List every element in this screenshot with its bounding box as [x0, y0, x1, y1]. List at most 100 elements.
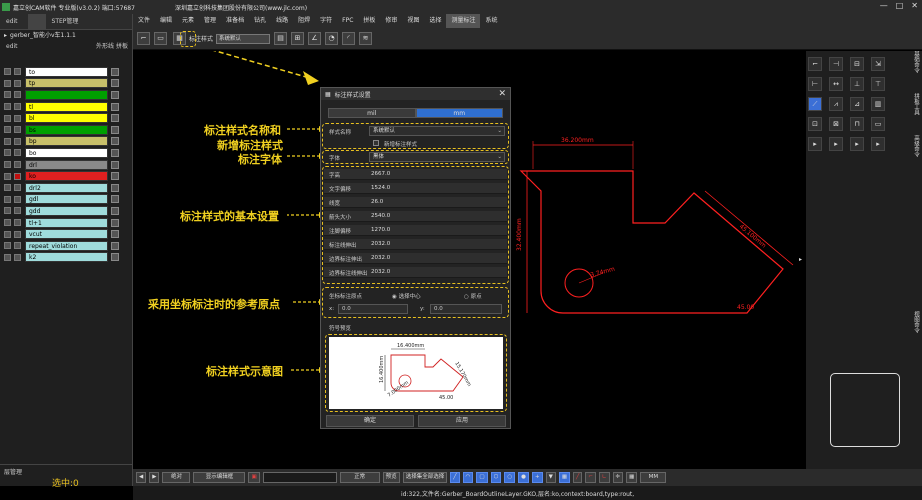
- grid-select-icon[interactable]: ▦: [558, 472, 571, 483]
- layer-option-icon[interactable]: [111, 79, 119, 88]
- layer-row[interactable]: vcut: [0, 228, 133, 240]
- edit-box-toggle[interactable]: 显示编辑框: [193, 472, 246, 483]
- layer-select-checkbox[interactable]: [14, 149, 21, 157]
- vtab-view[interactable]: 视图命令: [912, 311, 920, 347]
- layer-option-icon[interactable]: [111, 67, 119, 76]
- collapse-arrow-icon[interactable]: ▸: [799, 256, 802, 263]
- menu-item[interactable]: 元素: [177, 14, 199, 28]
- layer-row[interactable]: gdd: [0, 205, 133, 217]
- layer-option-icon[interactable]: [111, 183, 119, 192]
- menu-item[interactable]: 拼板: [358, 14, 380, 28]
- outline-toggle[interactable]: 外形线: [96, 43, 114, 50]
- panel-toggle[interactable]: 拼板: [116, 43, 128, 50]
- command-tool-icon[interactable]: ▸: [871, 137, 885, 151]
- layer-option-icon[interactable]: [111, 241, 119, 250]
- ok-button[interactable]: 确定: [326, 415, 414, 427]
- poly-icon[interactable]: ⬡: [490, 472, 502, 483]
- layer-option-icon[interactable]: [111, 114, 119, 123]
- cross-icon[interactable]: ✛: [612, 472, 624, 483]
- command-tool-icon[interactable]: ⌐: [808, 57, 822, 71]
- menu-item[interactable]: FPC: [337, 14, 358, 28]
- layer-row[interactable]: repeat_violation: [0, 240, 133, 252]
- layer-select-checkbox[interactable]: [14, 230, 21, 238]
- layer-option-icon[interactable]: [111, 195, 119, 204]
- layer-visible-checkbox[interactable]: [4, 219, 11, 227]
- menu-item[interactable]: 测量标注: [446, 14, 481, 28]
- vtab-panel-tools[interactable]: 拼板工具: [912, 93, 920, 129]
- layer-visible-checkbox[interactable]: [4, 114, 11, 122]
- layer-option-icon[interactable]: [111, 206, 119, 215]
- position-select[interactable]: 绝对: [162, 472, 191, 483]
- layer-visible-checkbox[interactable]: [4, 230, 11, 238]
- snap3-icon[interactable]: ∟: [598, 472, 610, 483]
- layer-row[interactable]: bp: [0, 136, 133, 148]
- line-icon[interactable]: ╱: [450, 472, 460, 483]
- layer-row[interactable]: ko: [0, 170, 133, 182]
- layer-option-icon[interactable]: [111, 218, 119, 227]
- dimension-icon[interactable]: ▭: [154, 32, 167, 45]
- layer-select-checkbox[interactable]: [14, 126, 21, 134]
- layer-select-checkbox[interactable]: [14, 207, 21, 215]
- dialog-close-icon[interactable]: ✕: [498, 89, 506, 99]
- layer-option-icon[interactable]: [111, 230, 119, 239]
- tab-step-manager[interactable]: STEP管理: [46, 14, 85, 30]
- arc-icon[interactable]: ◜: [342, 32, 356, 45]
- layer-row[interactable]: tl+1: [0, 217, 133, 229]
- minimap[interactable]: [830, 373, 900, 447]
- layer-select-checkbox[interactable]: [14, 137, 21, 145]
- layer-visible-checkbox[interactable]: [4, 91, 11, 99]
- menu-item[interactable]: 视图: [402, 14, 424, 28]
- layer-option-icon[interactable]: [111, 137, 119, 146]
- layer-visible-checkbox[interactable]: [4, 242, 11, 250]
- command-tool-icon[interactable]: ▸: [829, 137, 843, 151]
- layer-select-checkbox[interactable]: [14, 114, 21, 122]
- command-tool-icon[interactable]: ⊟: [850, 57, 864, 71]
- unit-mm-button[interactable]: mm: [415, 108, 503, 118]
- layer-option-icon[interactable]: [111, 102, 119, 111]
- layer-select-checkbox[interactable]: [14, 172, 21, 180]
- layer-select-checkbox[interactable]: [14, 68, 21, 76]
- command-tool-icon[interactable]: ⇲: [871, 57, 885, 71]
- measure-icon[interactable]: ⌐: [137, 32, 150, 45]
- command-tool-icon[interactable]: ▭: [871, 117, 885, 131]
- layer-row[interactable]: tl: [0, 101, 133, 113]
- menu-item[interactable]: 编辑: [155, 14, 177, 28]
- layer-visible-checkbox[interactable]: [4, 253, 11, 261]
- layer-visible-checkbox[interactable]: [4, 103, 11, 111]
- layer-visible-checkbox[interactable]: [4, 126, 11, 134]
- command-tool-icon[interactable]: ▥: [871, 97, 885, 111]
- command-tool-icon[interactable]: ↔: [829, 77, 843, 91]
- menu-item[interactable]: 阻焊: [293, 14, 315, 28]
- layer-row[interactable]: to: [0, 66, 133, 78]
- style-select[interactable]: 系统默认: [216, 33, 271, 44]
- tab-blank[interactable]: [27, 13, 46, 30]
- layer-select-checkbox[interactable]: [14, 253, 21, 261]
- layer-select-checkbox[interactable]: [14, 195, 21, 203]
- layers-icon[interactable]: ≋: [359, 32, 373, 45]
- menu-item[interactable]: 选择: [424, 14, 446, 28]
- radius-icon[interactable]: ◔: [325, 32, 339, 45]
- tab-edit[interactable]: edit: [0, 14, 24, 30]
- layer-visible-checkbox[interactable]: [4, 79, 11, 87]
- minimize-icon[interactable]: —: [880, 1, 888, 10]
- layer-option-icon[interactable]: [111, 125, 119, 134]
- layer-row[interactable]: gdl: [0, 194, 133, 206]
- layer-visible-checkbox[interactable]: [4, 137, 11, 145]
- command-tool-icon[interactable]: ⊿: [850, 97, 864, 111]
- rect-icon[interactable]: ▢: [476, 472, 488, 483]
- layer-visible-checkbox[interactable]: [4, 184, 11, 192]
- unit-mil-button[interactable]: mil: [328, 108, 416, 118]
- next-icon[interactable]: ▶: [149, 472, 160, 483]
- layer-select-checkbox[interactable]: [14, 184, 21, 192]
- command-tool-icon[interactable]: ⊣: [829, 57, 843, 71]
- menu-item[interactable]: 钻孔: [249, 14, 271, 28]
- apply-button[interactable]: 应用: [418, 415, 506, 427]
- pad-icon[interactable]: ●: [518, 472, 529, 483]
- filter-icon[interactable]: ▼: [545, 472, 556, 483]
- layer-row[interactable]: tp: [0, 78, 133, 90]
- circle-icon[interactable]: ○: [504, 472, 516, 483]
- command-tool-icon[interactable]: ⟋: [808, 97, 822, 111]
- angle-icon[interactable]: ∠: [308, 32, 322, 45]
- command-tool-icon[interactable]: ⊥: [850, 77, 864, 91]
- layer-select-checkbox[interactable]: [14, 161, 21, 169]
